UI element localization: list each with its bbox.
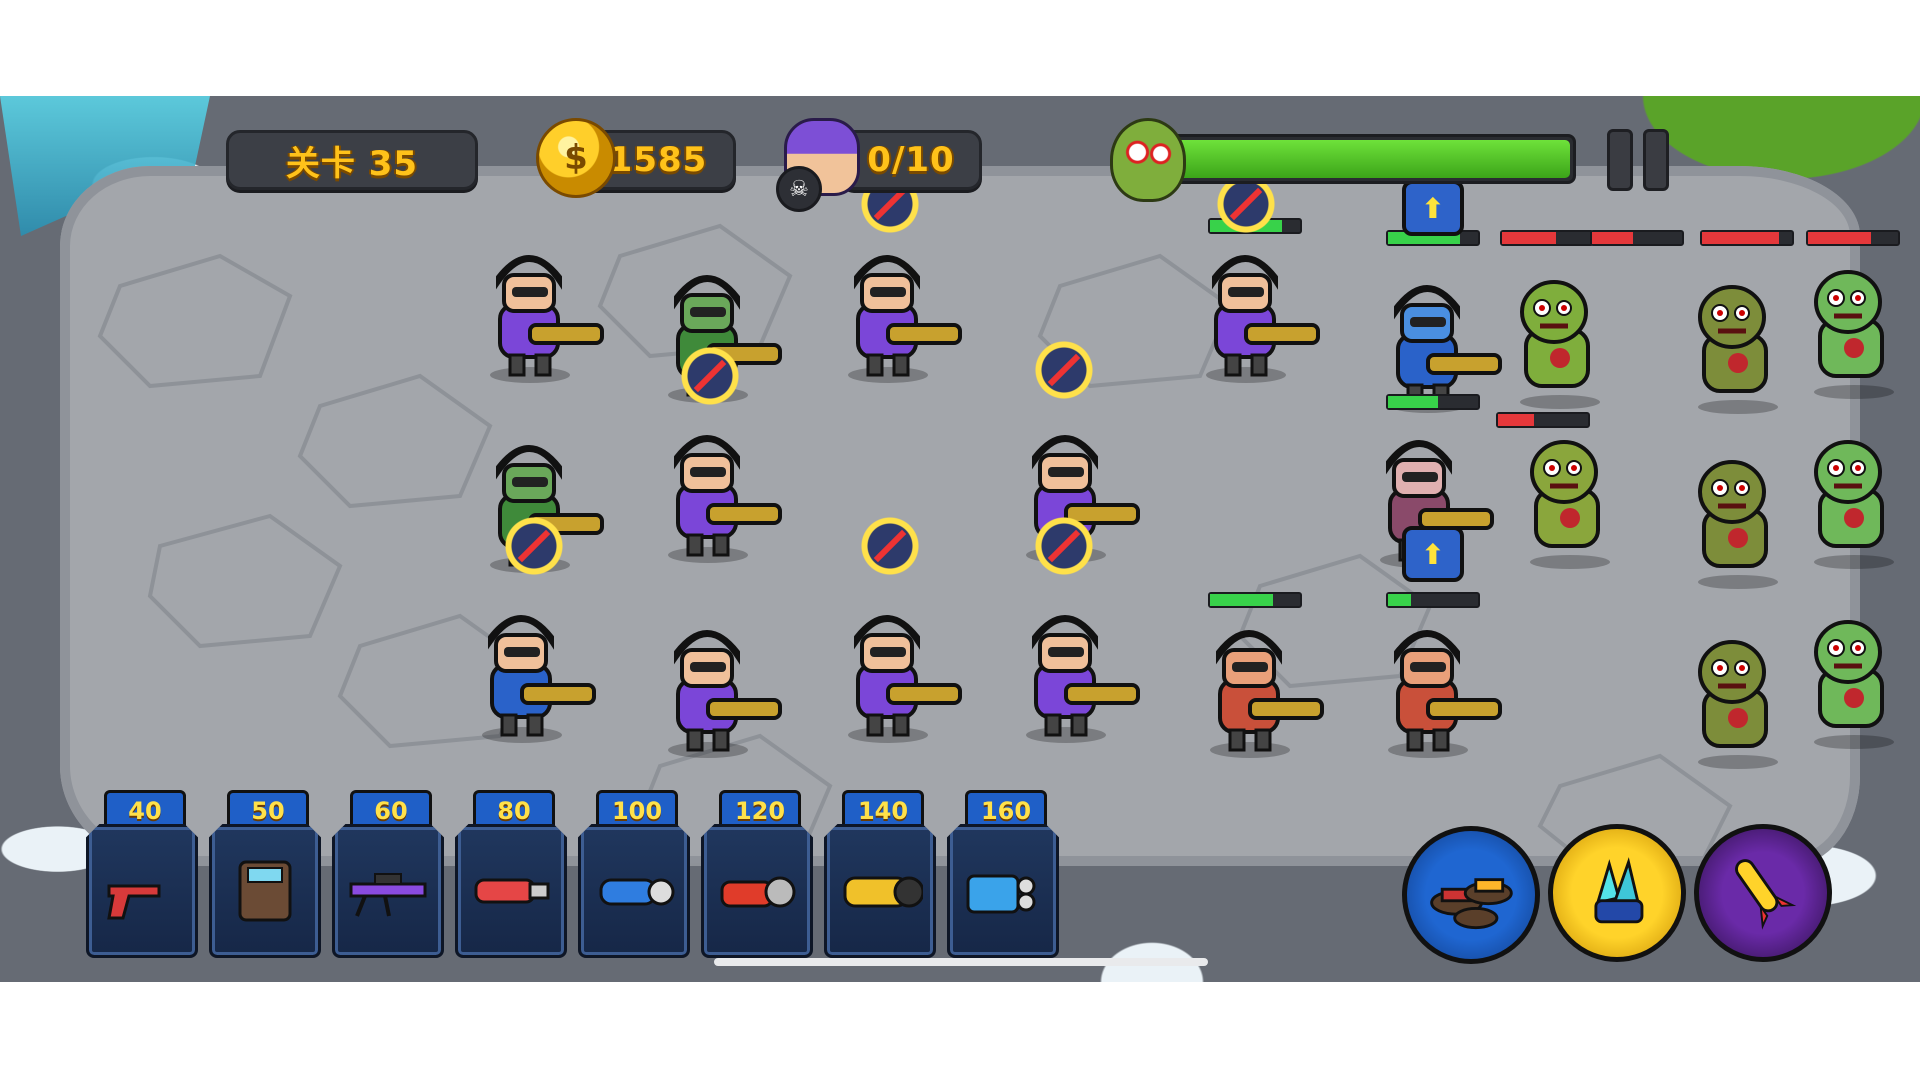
riot-shield-icon	[238, 860, 292, 922]
kill-count: 0/10	[867, 140, 955, 180]
zombie-unit[interactable]	[1500, 420, 1640, 570]
soldier-unit[interactable]	[1368, 265, 1508, 415]
soldier-unit[interactable]	[648, 415, 788, 565]
pause-icon	[1607, 129, 1633, 191]
kill-counter: 0/10	[840, 130, 982, 190]
health-bar	[1496, 412, 1590, 428]
zombie-unit[interactable]	[1784, 600, 1920, 750]
no-ammo-badge-icon	[1034, 340, 1094, 400]
weapon-card-120[interactable]: 120	[701, 790, 813, 960]
pause-icon-bar	[1643, 129, 1669, 191]
health-bar	[1500, 230, 1594, 246]
health-bar	[1386, 394, 1480, 410]
coin-count: 1585	[608, 140, 708, 180]
soldier-unit[interactable]	[1186, 235, 1326, 385]
weapon-slot	[824, 824, 936, 958]
soldier-unit[interactable]	[462, 595, 602, 745]
level-indicator: 关卡 35	[226, 130, 478, 190]
weapon-slot	[578, 824, 690, 958]
zombie-unit[interactable]	[1784, 250, 1920, 400]
cannon-icon	[843, 876, 923, 908]
home-indicator[interactable]	[714, 958, 1208, 966]
crystal-turret-skill-button[interactable]	[1548, 824, 1686, 962]
weapon-slot	[701, 824, 813, 958]
landmine-skill-button[interactable]	[1402, 826, 1540, 964]
health-bar	[1208, 592, 1302, 608]
upgrade-arrow-icon[interactable]: ⬆	[1402, 526, 1464, 582]
double-barrel-icon	[966, 874, 1036, 914]
weapon-card-60[interactable]: 60	[332, 790, 444, 960]
coin-icon: $	[536, 118, 616, 198]
health-bar	[1700, 230, 1794, 246]
weapon-slot	[947, 824, 1059, 958]
weapon-slot	[455, 824, 567, 958]
crystal-turret-skill-icon	[1594, 857, 1644, 924]
weapon-card-160[interactable]: 160	[947, 790, 1059, 960]
weapon-card-50[interactable]: 50	[209, 790, 321, 960]
no-ammo-badge-icon	[860, 516, 920, 576]
no-ammo-badge-icon	[1034, 516, 1094, 576]
wave-progress-fill	[1156, 140, 1570, 178]
no-ammo-badge-icon	[680, 346, 740, 406]
zombie-unit[interactable]	[1784, 420, 1920, 570]
zombie-face-icon	[1110, 118, 1186, 202]
health-bar	[1806, 230, 1900, 246]
minigun-icon	[599, 878, 675, 906]
weapon-card-100[interactable]: 100	[578, 790, 690, 960]
soldier-unit[interactable]	[828, 595, 968, 745]
upgrade-arrow-icon[interactable]: ⬆	[1402, 180, 1464, 236]
level-label: 关卡 35	[285, 143, 419, 184]
grenade-launcher-icon	[720, 876, 796, 908]
soldier-unit[interactable]	[648, 610, 788, 760]
soldier-unit[interactable]	[1368, 610, 1508, 760]
landmine-skill-icon	[1430, 878, 1513, 930]
health-bar	[1590, 230, 1684, 246]
weapon-slot	[332, 824, 444, 958]
skull-icon: ☠	[776, 166, 822, 212]
sniper-rifle-icon	[349, 873, 427, 917]
weapon-slot	[209, 824, 321, 958]
missile-strike-skill-icon	[1735, 859, 1797, 930]
pause-button[interactable]	[1606, 129, 1670, 191]
weapon-slot	[86, 824, 198, 958]
weapon-card-80[interactable]: 80	[455, 790, 567, 960]
missile-strike-skill-button[interactable]	[1694, 824, 1832, 962]
weapon-card-40[interactable]: 40	[86, 790, 198, 960]
soldier-unit[interactable]	[828, 235, 968, 385]
no-ammo-badge-icon	[504, 516, 564, 576]
weapon-card-140[interactable]: 140	[824, 790, 936, 960]
health-bar	[1386, 592, 1480, 608]
wave-progress-bar	[1150, 134, 1576, 184]
pistol-icon	[107, 884, 161, 920]
soldier-unit[interactable]	[470, 235, 610, 385]
soldier-unit[interactable]	[1190, 610, 1330, 760]
soldier-unit[interactable]	[1006, 595, 1146, 745]
zombie-unit[interactable]	[1490, 260, 1630, 410]
blaster-icon	[474, 878, 550, 904]
